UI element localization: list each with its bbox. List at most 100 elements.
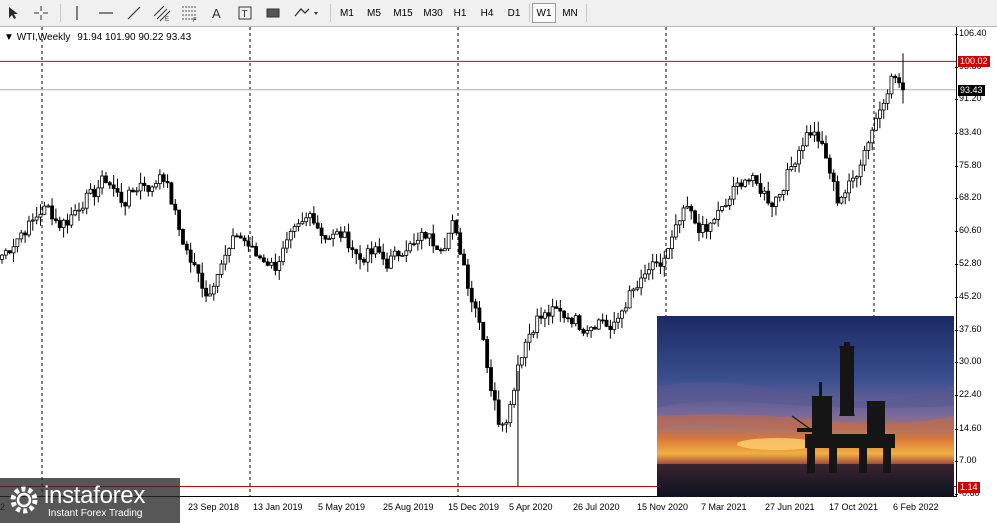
timeframe-h4-button[interactable]: H4: [476, 3, 498, 23]
crosshair-icon[interactable]: [30, 3, 52, 23]
candle-body: [134, 190, 139, 193]
candle-body: [111, 184, 116, 189]
timeframe-m15-button[interactable]: M15: [389, 3, 417, 23]
candle-body: [369, 248, 374, 255]
text-icon[interactable]: A: [208, 3, 226, 23]
timeframe-m1-button[interactable]: M1: [335, 3, 359, 23]
timeframe-d1-button[interactable]: D1: [503, 3, 525, 23]
candle-body: [281, 247, 285, 262]
instaforex-gear-icon: [10, 486, 38, 514]
svg-text:T: T: [242, 9, 248, 20]
candle-body: [227, 248, 232, 256]
candle-body: [735, 182, 740, 187]
candle-body: [766, 190, 771, 204]
price-badge: 93.43: [958, 84, 985, 96]
y-tick-label: 7.00: [955, 455, 977, 466]
candle-body: [3, 250, 8, 256]
candle-body: [11, 246, 16, 254]
shapes-dropdown-icon[interactable]: [292, 3, 322, 23]
candle-body: [662, 257, 667, 267]
candle-body: [327, 238, 332, 240]
y-tick-label: 45.20: [955, 291, 982, 302]
candle-body: [42, 205, 47, 215]
candle-body: [885, 93, 890, 104]
horizontal-line-icon[interactable]: [96, 3, 116, 23]
candle-body: [731, 186, 736, 200]
candle-body: [777, 194, 782, 198]
candle-body: [215, 274, 220, 287]
price-axis[interactable]: 106.4098.8091.2083.4075.8068.2060.6052.8…: [955, 27, 997, 498]
candle-body: [100, 175, 105, 189]
candle-body: [423, 231, 428, 239]
candle-body: [831, 172, 836, 182]
trendline-icon[interactable]: [124, 3, 144, 23]
candle-body: [300, 221, 305, 225]
candle-body: [450, 220, 455, 234]
rectangle-icon[interactable]: [264, 3, 282, 23]
candle-body: [92, 188, 97, 198]
candle-body: [30, 219, 35, 222]
candle-body: [346, 231, 351, 249]
candle-body: [169, 182, 174, 205]
candle-body: [150, 186, 155, 192]
candle-body: [0, 254, 4, 260]
candle-body: [285, 239, 289, 249]
timeframe-m5-button[interactable]: M5: [362, 3, 386, 23]
candle-body: [173, 203, 178, 211]
candle-body: [785, 169, 790, 191]
candle-body: [504, 422, 509, 425]
x-tick-label: 13 Jan 2019: [253, 502, 303, 512]
candle-body: [897, 77, 902, 84]
y-tick-label: 14.60: [955, 422, 982, 433]
candle-body: [531, 332, 536, 335]
candle-body: [146, 185, 151, 192]
candle-body: [319, 227, 324, 236]
candle-body: [689, 205, 694, 212]
candle-body: [119, 191, 124, 203]
candle-body: [57, 220, 62, 229]
vertical-line-icon[interactable]: [68, 3, 86, 23]
candle-body: [231, 235, 235, 250]
x-tick-label: 15 Nov 2020: [637, 502, 689, 512]
candle-body: [200, 272, 205, 289]
candle-body: [223, 254, 228, 265]
timeframe-m30-button[interactable]: M30: [419, 3, 447, 23]
candle-body: [650, 261, 655, 271]
candle-body: [723, 205, 728, 207]
candle-body: [781, 190, 786, 195]
cursor-icon[interactable]: [4, 3, 22, 23]
timeframe-mn-button[interactable]: MN: [558, 3, 582, 23]
timeframe-h1-button[interactable]: H1: [449, 3, 471, 23]
candle-body: [412, 243, 416, 246]
text-label-icon[interactable]: T: [236, 3, 254, 23]
candle-body: [439, 249, 443, 252]
candle-body: [292, 226, 297, 232]
price-badge: 100.02: [958, 56, 990, 68]
price-badge: 1.14: [958, 481, 980, 493]
candle-body: [315, 222, 320, 229]
symbol-label: WTI,Weekly: [16, 32, 71, 43]
candle-body: [620, 310, 624, 319]
candle-body: [127, 189, 131, 207]
candle-body: [277, 261, 282, 271]
timeframe-w1-button[interactable]: W1: [532, 3, 556, 23]
candle-body: [839, 196, 844, 204]
candle-body: [80, 207, 85, 211]
candle-body: [581, 329, 586, 334]
candle-body: [800, 145, 805, 151]
equidistant-channel-icon[interactable]: E: [152, 3, 172, 23]
fibonacci-icon[interactable]: F: [180, 3, 200, 23]
candle-body: [824, 143, 828, 159]
candle-body: [646, 269, 651, 275]
collapse-arrow-icon[interactable]: ▼: [4, 32, 14, 43]
candle-body: [442, 248, 447, 252]
candle-body: [512, 389, 517, 405]
candle-body: [273, 261, 278, 271]
candle-body: [123, 202, 128, 207]
candle-body: [362, 258, 366, 263]
candle-body: [165, 180, 170, 184]
x-tick-label: 6 Feb 2022: [893, 502, 939, 512]
instaforex-logo: instaforex Instant Forex Trading: [0, 478, 180, 523]
candle-body: [789, 166, 794, 171]
candle-body: [242, 237, 247, 242]
